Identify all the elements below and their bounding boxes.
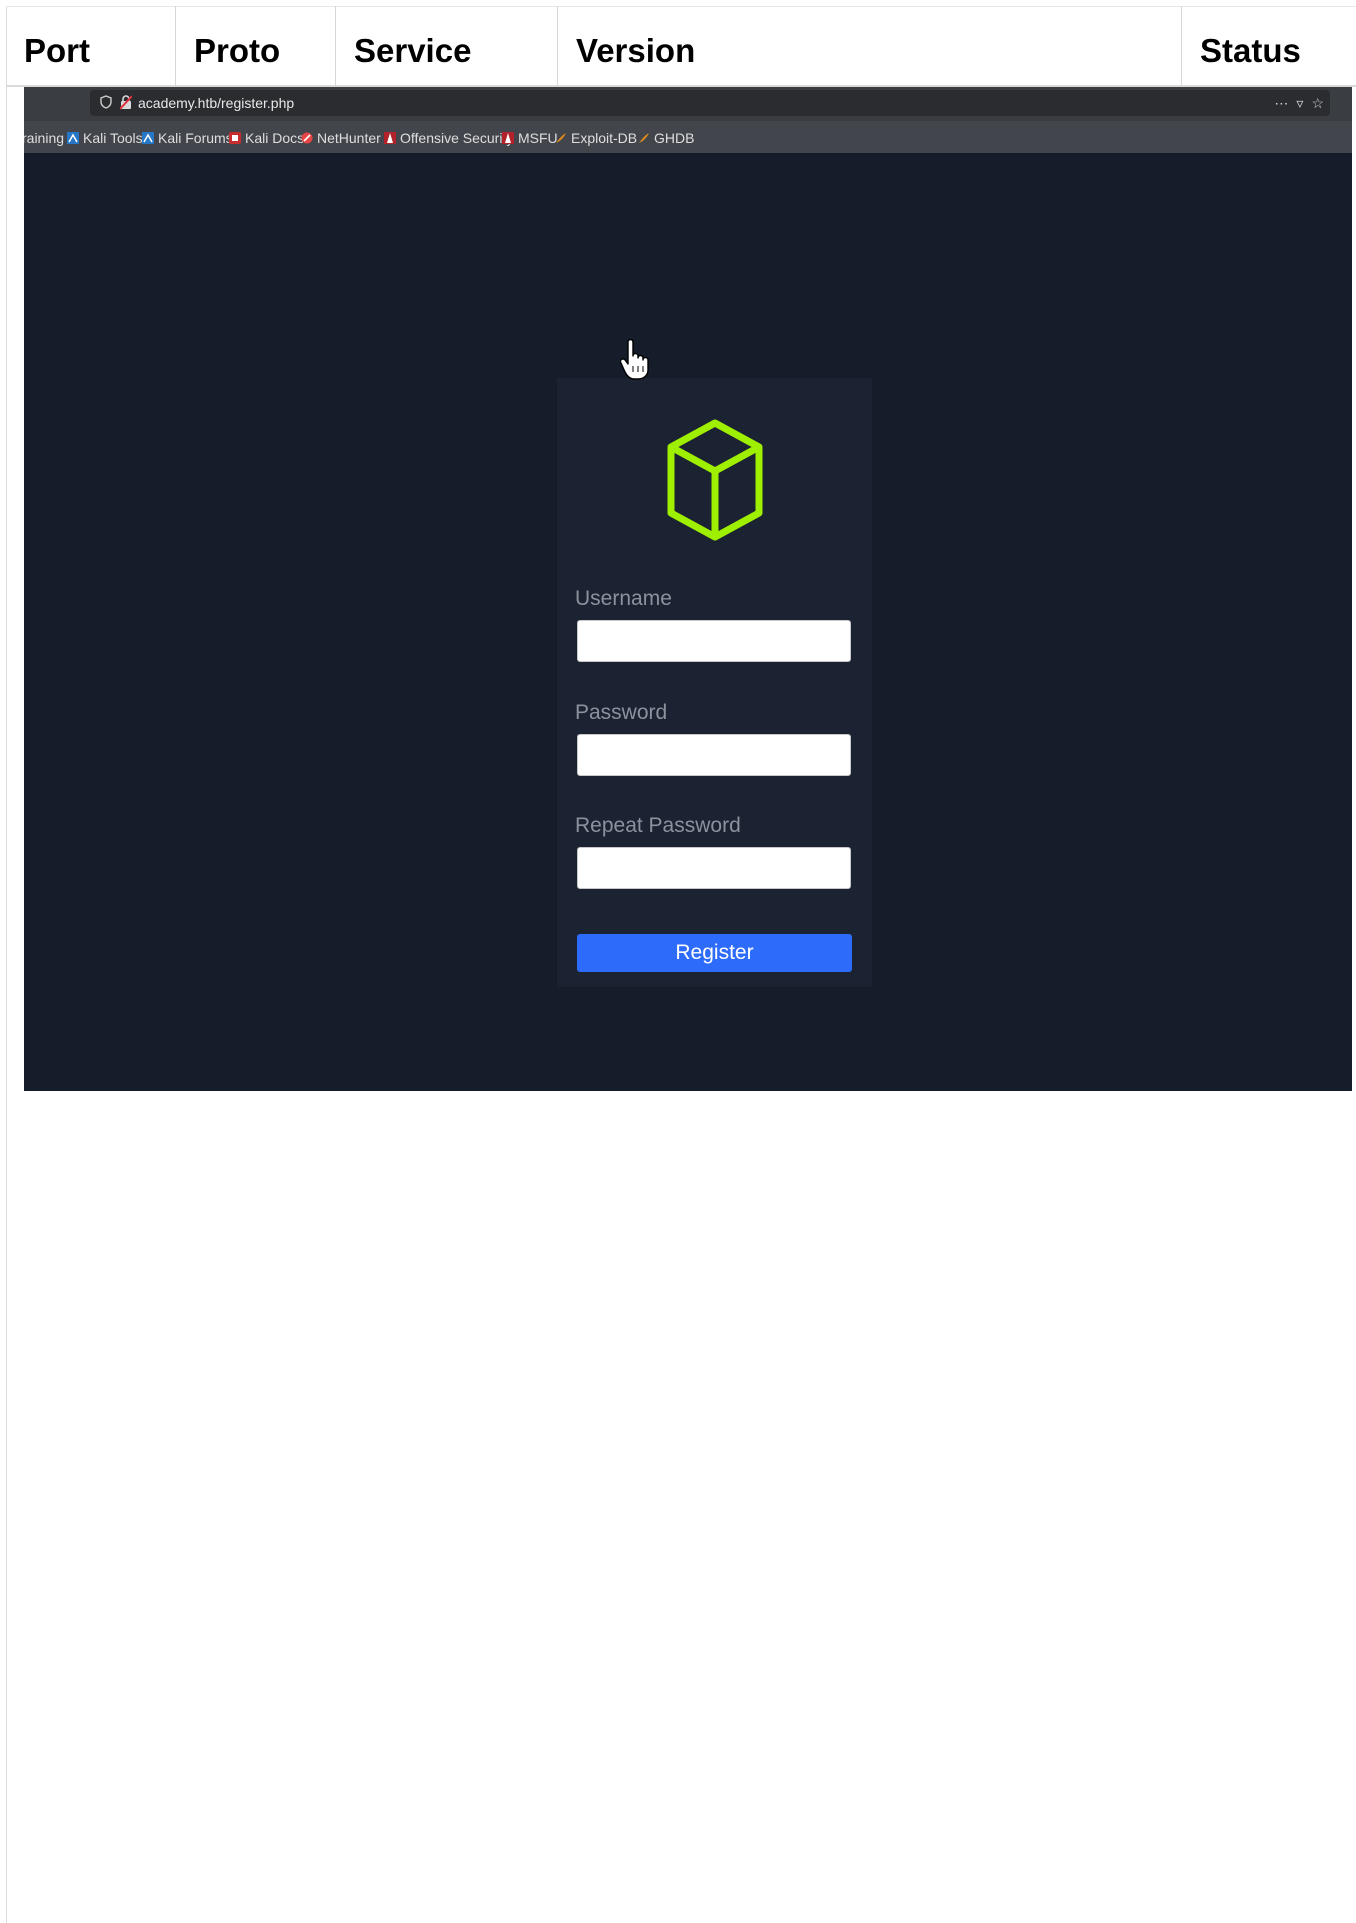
browser-toolbar: academy.htb/register.php ⋯ ▿ ☆ <box>24 87 1352 121</box>
column-header-label: Version <box>576 32 696 69</box>
page-actions-menu-icon[interactable]: ⋯ <box>1274 93 1288 113</box>
password-label: Password <box>575 701 668 724</box>
bookmark-nethunter[interactable]: NetHunter <box>301 130 381 146</box>
tracking-shield-icon[interactable] <box>100 95 112 109</box>
hand-pointer-cursor-icon <box>620 338 649 380</box>
kali-dragon-icon <box>67 132 79 144</box>
bookmark-label: GHDB <box>654 130 695 146</box>
column-header-port: Port <box>6 6 176 85</box>
kali-docs-icon <box>229 132 241 144</box>
register-button[interactable]: Register <box>577 934 852 972</box>
bookmark-offensive-security[interactable]: Offensive Security <box>384 130 513 146</box>
bookmark-training[interactable]: raining <box>24 130 64 146</box>
column-header-label: Proto <box>194 32 281 69</box>
column-header-label: Service <box>354 32 472 69</box>
bookmark-label: Kali Forums <box>158 130 233 146</box>
bookmark-label: Kali Docs <box>245 130 305 146</box>
column-header-version: Version <box>558 6 1182 85</box>
bookmark-kali-forums[interactable]: Kali Forums <box>142 130 233 146</box>
bookmark-ghdb[interactable]: GHDB <box>638 130 694 146</box>
address-bar[interactable]: academy.htb/register.php ⋯ ▿ ☆ <box>90 90 1330 116</box>
column-header-label: Port <box>24 32 90 69</box>
url-text[interactable]: academy.htb/register.php <box>138 95 294 111</box>
kali-dragon-icon <box>142 132 154 144</box>
bookmarks-toolbar: raining Kali Tools Kali Forums Kali Docs… <box>24 121 1352 153</box>
repeat-password-label: Repeat Password <box>575 814 741 837</box>
nethunter-icon <box>301 132 313 144</box>
insecure-lock-icon[interactable] <box>119 95 133 110</box>
bookmark-label: raining <box>24 130 65 146</box>
password-input[interactable] <box>577 734 851 776</box>
pocket-icon[interactable]: ▿ <box>1296 93 1303 113</box>
offsec-icon <box>502 132 514 144</box>
exploit-db-icon <box>555 132 567 144</box>
bookmark-exploit-db[interactable]: Exploit-DB <box>555 130 637 146</box>
bookmark-label: NetHunter <box>317 130 381 146</box>
column-header-label: Status <box>1200 32 1301 69</box>
browser-screenshot: academy.htb/register.php ⋯ ▿ ☆ raining K… <box>24 87 1352 1091</box>
page-actions: ⋯ ▿ ☆ <box>1274 93 1324 113</box>
column-header-proto: Proto <box>176 6 336 85</box>
table-header: Port Proto Service Version Status <box>6 6 1356 87</box>
column-header-status: Status <box>1182 6 1356 85</box>
bookmark-kali-tools[interactable]: Kali Tools <box>67 130 143 146</box>
bookmark-star-icon[interactable]: ☆ <box>1311 93 1324 113</box>
repeat-password-input[interactable] <box>577 847 851 889</box>
cube-logo-icon <box>667 419 763 541</box>
bookmark-label: Kali Tools <box>83 130 143 146</box>
page-left-border <box>6 6 7 1923</box>
bookmark-label: MSFU <box>518 130 558 146</box>
column-header-service: Service <box>336 6 558 85</box>
bookmark-kali-docs[interactable]: Kali Docs <box>229 130 304 146</box>
username-label: Username <box>575 587 672 610</box>
exploit-db-icon <box>638 132 650 144</box>
register-card: Username Password Repeat Password Regist… <box>557 378 872 987</box>
bookmark-label: Exploit-DB <box>571 130 638 146</box>
bookmark-msfu[interactable]: MSFU <box>502 130 558 146</box>
offsec-icon <box>384 132 396 144</box>
bookmark-label: Offensive Security <box>400 130 514 146</box>
username-input[interactable] <box>577 620 851 662</box>
